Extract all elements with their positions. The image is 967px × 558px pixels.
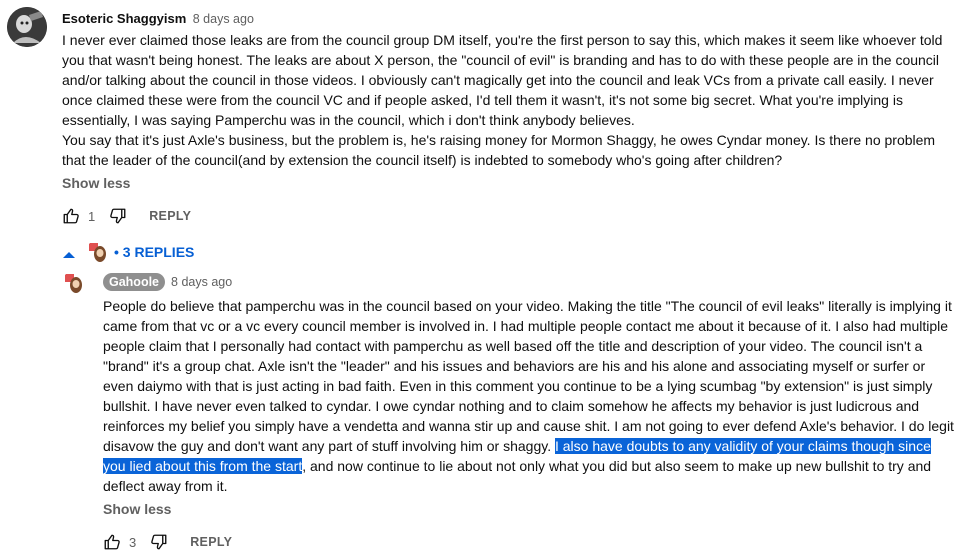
- reply-show-less-button[interactable]: Show less: [103, 501, 171, 517]
- show-less-button[interactable]: Show less: [62, 175, 130, 191]
- replies-toggle[interactable]: • 3 REPLIES: [62, 240, 194, 264]
- thumb-up-icon[interactable]: [62, 207, 80, 225]
- replies-count-label[interactable]: • 3 REPLIES: [114, 244, 194, 260]
- caret-up-icon: [62, 247, 76, 258]
- thumb-up-icon[interactable]: [103, 533, 121, 551]
- reply-reply-button[interactable]: REPLY: [190, 535, 232, 549]
- like-count: 1: [88, 208, 96, 224]
- reply-button[interactable]: REPLY: [149, 209, 191, 223]
- reply-text: People do believe that pamperchu was in …: [103, 298, 954, 454]
- comment-body: I never ever claimed those leaks are fro…: [62, 30, 952, 170]
- reply-like-count: 3: [129, 534, 137, 550]
- comment-author[interactable]: Esoteric Shaggyism: [62, 11, 186, 26]
- reply-time[interactable]: 8 days ago: [171, 275, 232, 289]
- reply-author-avatar[interactable]: [62, 271, 86, 295]
- comment-paragraph-2: You say that it's just Axle's business, …: [62, 132, 936, 168]
- reply-header: Gahoole 8 days ago: [103, 273, 232, 291]
- reply-body: People do believe that pamperchu was in …: [103, 296, 955, 496]
- comment-header: Esoteric Shaggyism 8 days ago: [62, 10, 254, 28]
- creator-mini-avatar: [86, 240, 110, 264]
- reply-actions: 3 REPLY: [103, 532, 232, 552]
- commenter-avatar[interactable]: [7, 7, 47, 47]
- reply-author-badge[interactable]: Gahoole: [103, 273, 166, 291]
- thumb-down-icon[interactable]: [150, 533, 168, 551]
- thumb-down-icon[interactable]: [109, 207, 127, 225]
- comment-actions: 1 REPLY: [62, 206, 191, 226]
- comment-paragraph-1: I never ever claimed those leaks are fro…: [62, 32, 943, 128]
- comment-time[interactable]: 8 days ago: [193, 12, 254, 26]
